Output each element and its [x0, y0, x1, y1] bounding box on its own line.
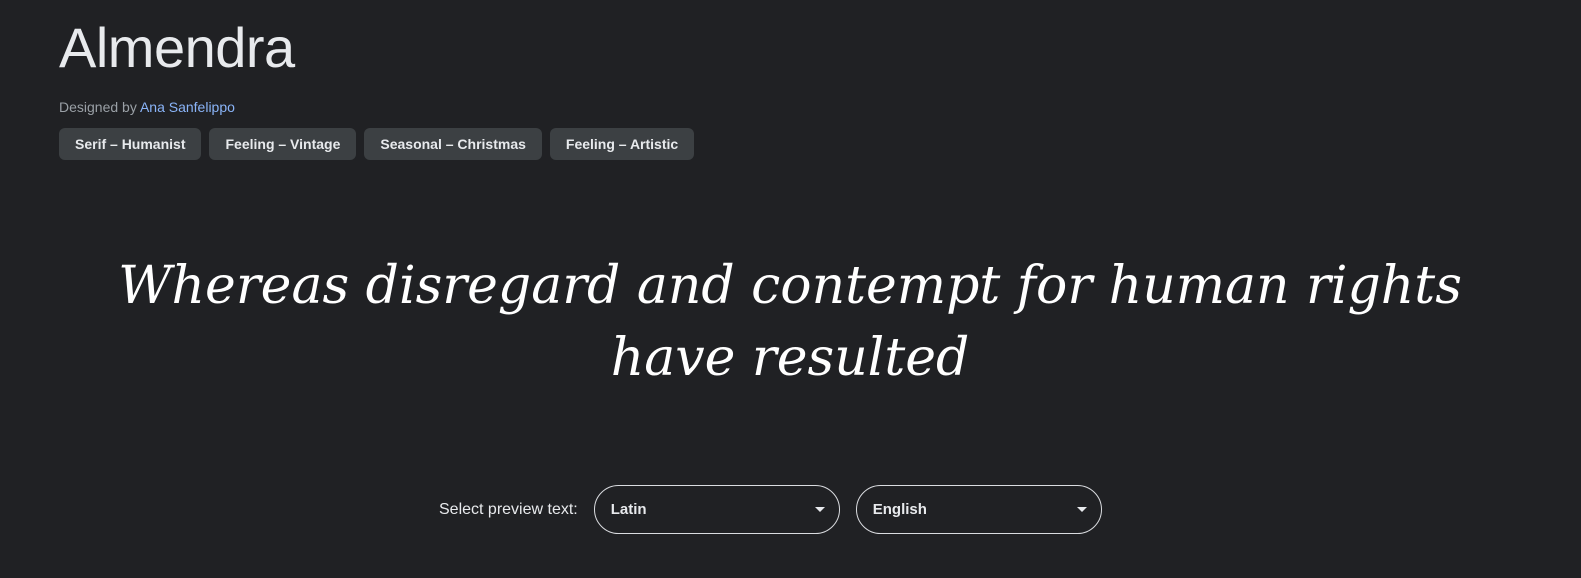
preview-selector-row: Select preview text: Latin English: [439, 485, 1102, 534]
language-select[interactable]: English: [855, 485, 1102, 534]
tag-serif-humanist[interactable]: Serif – Humanist: [59, 128, 202, 160]
font-title: Almendra: [59, 16, 295, 79]
language-select-value: English: [872, 501, 927, 518]
font-specimen-page: Almendra Designed by Ana Sanfelippo Seri…: [0, 0, 1581, 578]
caret-down-icon: [1076, 507, 1087, 512]
tag-list: Serif – Humanist Feeling – Vintage Seaso…: [59, 128, 695, 160]
script-select[interactable]: Latin: [593, 485, 840, 534]
tag-feeling-vintage[interactable]: Feeling – Vintage: [209, 128, 357, 160]
tag-seasonal-christmas[interactable]: Seasonal – Christmas: [364, 128, 542, 160]
select-preview-label: Select preview text:: [439, 500, 578, 518]
designer-link[interactable]: Ana Sanfelippo: [140, 99, 235, 115]
designer-line: Designed by Ana Sanfelippo: [59, 97, 235, 117]
tag-feeling-artistic[interactable]: Feeling – Artistic: [549, 128, 695, 160]
caret-down-icon: [814, 507, 825, 512]
designed-by-label: Designed by: [59, 99, 137, 115]
script-select-value: Latin: [610, 501, 647, 518]
preview-text[interactable]: Whereas disregard and contempt for human…: [90, 250, 1490, 394]
